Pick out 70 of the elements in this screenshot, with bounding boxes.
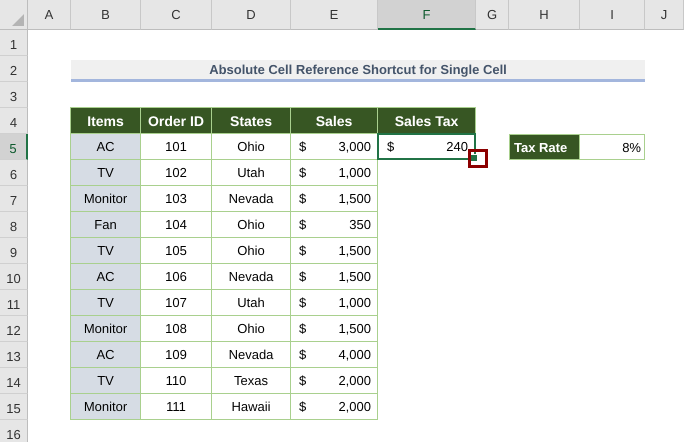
row-header[interactable]: 5 (0, 134, 28, 160)
row-header[interactable]: 11 (0, 290, 28, 316)
currency-symbol: $ (299, 191, 306, 206)
row-header[interactable]: 12 (0, 316, 28, 342)
amount-text: 1,500 (338, 191, 371, 206)
column-header[interactable]: I (580, 0, 645, 30)
table-cell: AC (70, 341, 141, 368)
row-header[interactable]: 8 (0, 212, 28, 238)
row-header[interactable]: 9 (0, 238, 28, 264)
tax-rate-value: 8% (580, 134, 645, 160)
table-header-cell: Order ID (140, 107, 212, 134)
table-header-cell: States (211, 107, 291, 134)
currency-symbol: $ (299, 269, 306, 284)
column-header[interactable]: H (509, 0, 580, 30)
currency-symbol: $ (299, 139, 306, 154)
column-header[interactable]: J (645, 0, 684, 30)
amount-text: 4,000 (338, 347, 371, 362)
row-header[interactable]: 16 (0, 420, 28, 442)
currency-symbol: $ (299, 347, 306, 362)
row-header[interactable]: 7 (0, 186, 28, 212)
table-cell: Fan (70, 211, 141, 238)
table-header-cell: Items (70, 107, 141, 134)
table-cell: Monitor (70, 185, 141, 212)
amount-text: 1,500 (338, 243, 371, 258)
column-header[interactable]: G (476, 0, 509, 30)
row-header[interactable]: 1 (0, 30, 28, 56)
currency-symbol: $ (387, 139, 394, 154)
table-cell: Monitor (70, 315, 141, 342)
currency-symbol: $ (299, 243, 306, 258)
row-header[interactable]: 13 (0, 342, 28, 368)
currency-symbol: $ (299, 165, 306, 180)
row-header[interactable]: 10 (0, 264, 28, 290)
row-header[interactable]: 3 (0, 82, 28, 108)
table-header-cell: Sales (290, 107, 378, 134)
amount-text: 3,000 (338, 139, 371, 154)
column-header[interactable]: E (291, 0, 378, 30)
table-cell: TV (70, 367, 141, 394)
table-cell: TV (70, 289, 141, 316)
amount-text: 2,000 (338, 373, 371, 388)
amount-text: 1,500 (338, 321, 371, 336)
amount-text: 350 (349, 217, 371, 232)
tax-rate-label: Tax Rate (509, 134, 580, 160)
row-header[interactable]: 2 (0, 56, 28, 82)
currency-symbol: $ (299, 373, 306, 388)
amount-text: 240 (446, 139, 468, 154)
highlight-frame (468, 149, 488, 168)
column-header[interactable]: B (71, 0, 141, 30)
currency-symbol: $ (299, 321, 306, 336)
column-header[interactable]: C (141, 0, 212, 30)
table-header-cell: Sales Tax (377, 107, 476, 134)
currency-symbol: $ (299, 217, 306, 232)
amount-text: 1,000 (338, 165, 371, 180)
table-cell: AC (70, 133, 141, 160)
table-cell: TV (70, 237, 141, 264)
amount-text: 2,000 (338, 399, 371, 414)
column-header[interactable]: A (28, 0, 71, 30)
column-header[interactable]: F (378, 0, 476, 30)
table-cell: AC (70, 263, 141, 290)
column-header[interactable]: D (212, 0, 291, 30)
row-header[interactable]: 14 (0, 368, 28, 394)
row-header[interactable]: 4 (0, 108, 28, 134)
row-header[interactable]: 6 (0, 160, 28, 186)
row-header[interactable]: 15 (0, 394, 28, 420)
amount-text: 1,500 (338, 269, 371, 284)
amount-text: 1,000 (338, 295, 371, 310)
currency-symbol: $ (299, 399, 306, 414)
table-cell: TV (70, 159, 141, 186)
sheet-title: Absolute Cell Reference Shortcut for Single Cell (71, 60, 645, 82)
currency-symbol: $ (299, 295, 306, 310)
table-cell: Monitor (70, 393, 141, 420)
